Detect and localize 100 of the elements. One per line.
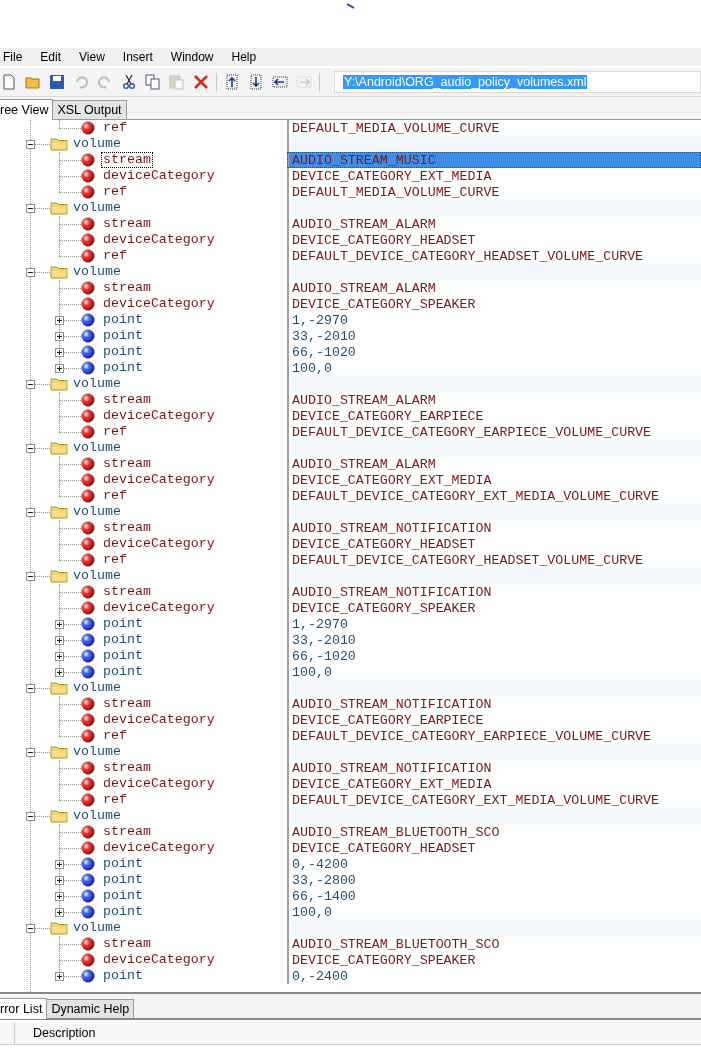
node-label[interactable]: volume xyxy=(72,681,122,695)
expand-toggle[interactable] xyxy=(55,668,64,677)
node-label[interactable]: volume xyxy=(72,377,122,391)
attribute-ball-icon xyxy=(81,761,95,775)
node-label[interactable]: volume xyxy=(72,809,122,823)
node-label[interactable]: volume xyxy=(72,441,122,455)
toolbar-button[interactable] xyxy=(271,73,289,91)
node-label[interactable]: stream xyxy=(102,585,152,599)
node-label[interactable]: point xyxy=(102,329,144,343)
expand-toggle[interactable] xyxy=(55,332,64,341)
node-label[interactable]: point xyxy=(102,889,144,903)
node-label[interactable]: ref xyxy=(102,489,128,503)
node-label[interactable]: point xyxy=(102,361,144,375)
expand-toggle[interactable] xyxy=(55,636,64,645)
folder-icon xyxy=(25,74,41,90)
toolbar-button[interactable] xyxy=(120,73,138,91)
node-label[interactable]: deviceCategory xyxy=(102,297,216,311)
node-label[interactable]: point xyxy=(102,345,144,359)
node-label[interactable]: ref xyxy=(102,249,128,263)
menu-item[interactable]: Window xyxy=(169,50,221,64)
node-label[interactable]: stream xyxy=(102,825,152,839)
expand-toggle[interactable] xyxy=(55,876,64,885)
toolbar-button[interactable] xyxy=(192,73,210,91)
node-label[interactable]: deviceCategory xyxy=(102,169,216,183)
node-label[interactable]: stream xyxy=(102,521,152,535)
node-label[interactable]: deviceCategory xyxy=(102,233,216,247)
node-label[interactable]: volume xyxy=(72,137,122,151)
menu-item[interactable]: Edit xyxy=(39,50,69,64)
collapse-toggle[interactable] xyxy=(26,380,35,389)
node-label[interactable]: stream xyxy=(102,761,152,775)
node-label[interactable]: deviceCategory xyxy=(102,473,216,487)
collapse-toggle[interactable] xyxy=(26,684,35,693)
node-label[interactable]: deviceCategory xyxy=(102,537,216,551)
node-label[interactable]: ref xyxy=(102,729,128,743)
node-label[interactable]: stream xyxy=(102,281,152,295)
node-label[interactable]: stream xyxy=(102,217,152,231)
node-label[interactable]: volume xyxy=(72,921,122,935)
node-label[interactable]: volume xyxy=(72,569,122,583)
node-label[interactable]: deviceCategory xyxy=(102,777,216,791)
folder-icon xyxy=(50,921,68,935)
node-label[interactable]: deviceCategory xyxy=(102,409,216,423)
collapse-toggle[interactable] xyxy=(26,204,35,213)
node-label[interactable]: volume xyxy=(72,745,122,759)
node-label[interactable]: point xyxy=(102,969,144,983)
node-label[interactable]: ref xyxy=(102,185,128,199)
collapse-toggle[interactable] xyxy=(26,444,35,453)
node-label[interactable]: point xyxy=(102,665,144,679)
expand-toggle[interactable] xyxy=(55,620,64,629)
menu-item[interactable]: View xyxy=(78,50,112,64)
collapse-toggle[interactable] xyxy=(26,812,35,821)
expand-toggle[interactable] xyxy=(55,892,64,901)
collapse-toggle[interactable] xyxy=(26,508,35,517)
tab[interactable]: XSL Output xyxy=(52,100,127,119)
tab[interactable]: ree View xyxy=(0,99,54,120)
menu-item[interactable]: Help xyxy=(230,50,264,64)
toolbar-button[interactable] xyxy=(223,73,241,91)
expand-toggle[interactable] xyxy=(55,348,64,357)
collapse-toggle[interactable] xyxy=(26,268,35,277)
attribute-ball-icon xyxy=(81,953,95,967)
node-label[interactable]: deviceCategory xyxy=(102,841,216,855)
node-label[interactable]: ref xyxy=(102,793,128,807)
menu-item[interactable]: File xyxy=(2,50,30,64)
node-label[interactable]: point xyxy=(102,857,144,871)
toolbar-button[interactable] xyxy=(48,73,66,91)
element-ball-icon xyxy=(81,329,95,343)
menu-item[interactable]: Insert xyxy=(121,50,160,64)
toolbar-button[interactable] xyxy=(247,73,265,91)
node-label[interactable]: stream xyxy=(102,393,152,407)
element-ball-icon xyxy=(81,969,95,983)
node-label[interactable]: stream xyxy=(102,457,152,471)
node-label[interactable]: point xyxy=(102,313,144,327)
node-label[interactable]: ref xyxy=(102,553,128,567)
node-label[interactable]: deviceCategory xyxy=(102,601,216,615)
expand-toggle[interactable] xyxy=(55,652,64,661)
node-label[interactable]: point xyxy=(102,617,144,631)
node-label[interactable]: point xyxy=(102,873,144,887)
node-label[interactable]: ref xyxy=(102,425,128,439)
node-label[interactable]: deviceCategory xyxy=(102,713,216,727)
expand-toggle[interactable] xyxy=(55,316,64,325)
expand-toggle[interactable] xyxy=(55,908,64,917)
node-label[interactable]: stream xyxy=(102,937,152,951)
node-label[interactable]: stream xyxy=(102,153,152,167)
node-label[interactable]: ref xyxy=(102,121,128,135)
node-label[interactable]: deviceCategory xyxy=(102,953,216,967)
collapse-toggle[interactable] xyxy=(26,140,35,149)
node-label[interactable]: point xyxy=(102,649,144,663)
node-label[interactable]: volume xyxy=(72,505,122,519)
node-label[interactable]: point xyxy=(102,633,144,647)
collapse-toggle[interactable] xyxy=(26,572,35,581)
expand-toggle[interactable] xyxy=(55,972,64,981)
node-label[interactable]: point xyxy=(102,905,144,919)
node-label[interactable]: volume xyxy=(72,201,122,215)
tab[interactable]: Dynamic Help xyxy=(46,999,135,1018)
node-label[interactable]: volume xyxy=(72,265,122,279)
expand-toggle[interactable] xyxy=(55,364,64,373)
node-label[interactable]: stream xyxy=(102,697,152,711)
expand-toggle[interactable] xyxy=(55,860,64,869)
tab[interactable]: rror List xyxy=(0,998,48,1019)
collapse-toggle[interactable] xyxy=(26,924,35,933)
collapse-toggle[interactable] xyxy=(26,748,35,757)
